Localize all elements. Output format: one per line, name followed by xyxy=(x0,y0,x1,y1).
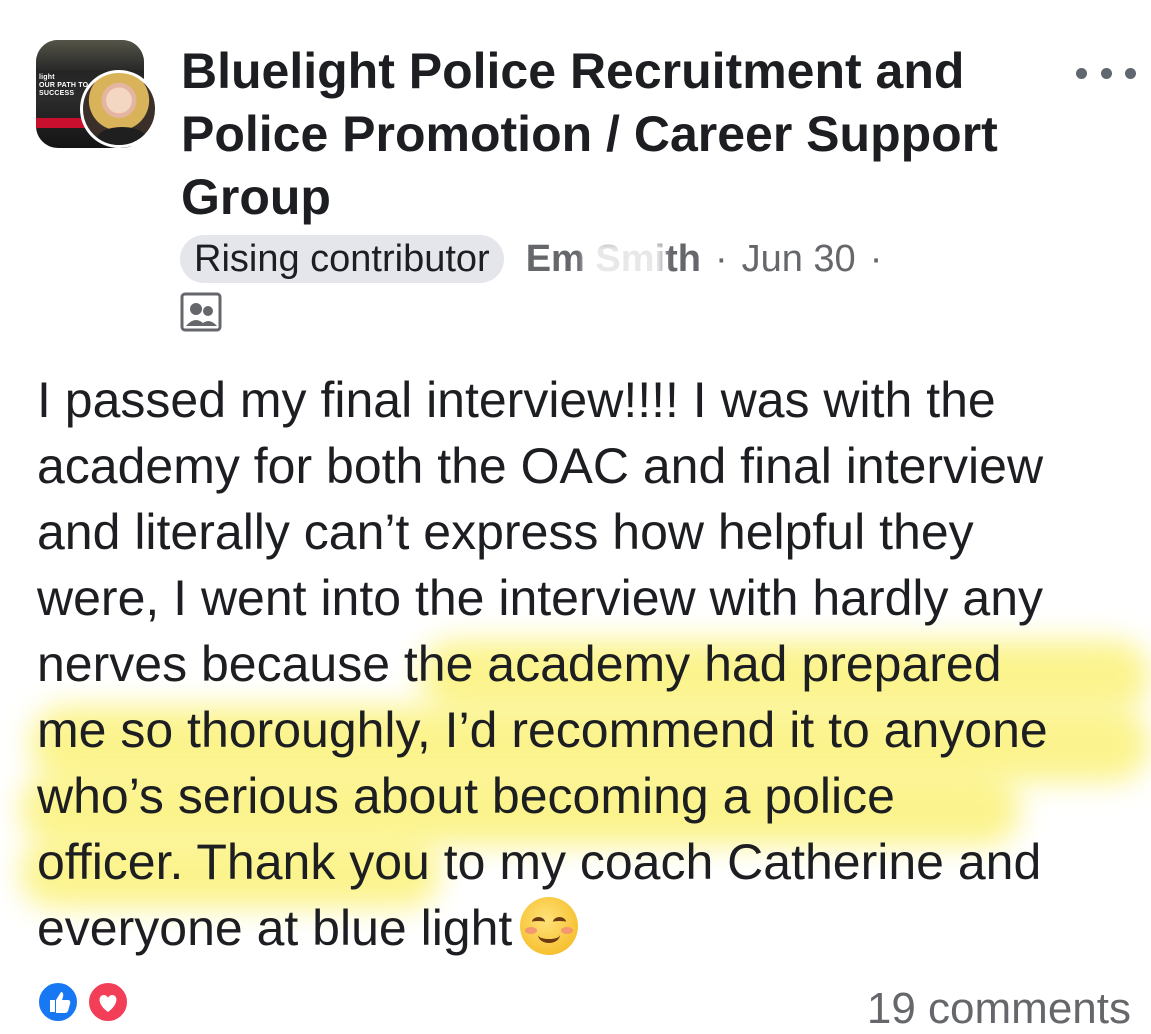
group-audience-icon[interactable] xyxy=(180,292,222,332)
post-text-line: and literally can’t express how helpful … xyxy=(37,504,974,560)
reaction-summary[interactable] xyxy=(36,980,136,1024)
comments-count[interactable]: 19 comments xyxy=(867,984,1131,1034)
group-avatar-photo xyxy=(36,40,144,70)
smiling-face-emoji-icon xyxy=(520,897,579,955)
post-text-line: nerves because the academy had prepared xyxy=(37,636,1002,692)
meta-separator: · xyxy=(869,237,883,280)
group-avatar-text: light OUR PATH TO SUCCESS xyxy=(39,74,89,97)
post-text-line: who’s serious about becoming a police xyxy=(37,768,895,824)
rising-contributor-badge[interactable]: Rising contributor xyxy=(180,235,504,283)
post-text-line: were, I went into the interview with har… xyxy=(37,570,1044,626)
post-meta: Rising contributor Em Smith · Jun 30 · xyxy=(180,234,896,284)
post-text-line: I passed my final interview!!!! I was wi… xyxy=(37,372,996,428)
author-avatar[interactable] xyxy=(80,70,158,148)
post-text-line: me so thoroughly, I’d recommend it to an… xyxy=(37,702,1048,758)
post-date[interactable]: Jun 30 xyxy=(742,238,856,281)
author-name-redaction xyxy=(583,241,664,280)
author-name[interactable]: Em Smith xyxy=(526,238,701,281)
post-text-line: academy for both the OAC and final inter… xyxy=(37,438,1044,494)
more-options-icon xyxy=(1076,67,1087,79)
love-reaction-icon xyxy=(86,980,130,1024)
post-text-line: officer. Thank you to my coach Catherine… xyxy=(37,834,1042,890)
meta-separator: · xyxy=(714,237,728,280)
post-text-line: everyone at blue light xyxy=(37,900,513,956)
post-text: I passed my final interview!!!! I was wi… xyxy=(37,367,1137,961)
like-reaction-icon xyxy=(36,980,80,1024)
post-text-last-line: everyone at blue light xyxy=(37,895,1137,961)
more-options-icon xyxy=(1100,67,1112,79)
more-options-icon xyxy=(1125,67,1136,79)
more-options-button[interactable] xyxy=(1076,58,1136,88)
group-name[interactable]: Bluelight Police Recruitment and Police … xyxy=(181,40,1061,229)
author-avatar-shirt xyxy=(97,127,147,145)
